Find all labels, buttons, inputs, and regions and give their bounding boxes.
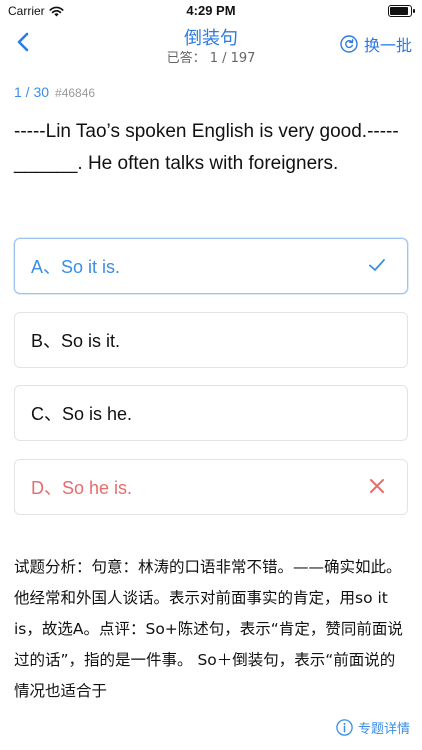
option-a[interactable]: A、So it is. [14, 238, 408, 294]
navigation-bar: 倒装句 已答： 1 / 197 换一批 [0, 22, 422, 68]
answer-analysis: 试题分析：句意：林涛的口语非常不错。——确实如此。他经常和外国人谈话。表示对前面… [14, 558, 403, 700]
option-b[interactable]: B、So is it. [14, 312, 408, 368]
refresh-icon [340, 35, 358, 53]
option-c[interactable]: C、So is he. [14, 385, 408, 441]
checkmark-icon [369, 259, 385, 271]
question-progress: 1 / 30 [14, 84, 50, 100]
swap-batch-label: 换一批 [363, 36, 412, 55]
option-label: D、So he is. [31, 478, 133, 498]
question-meta: 1 / 30 #46846 [14, 84, 95, 100]
cross-icon [370, 479, 384, 493]
topic-detail-label: 专题详情 [357, 722, 410, 737]
status-bar: Carrier 4:29 PM [0, 0, 422, 22]
option-label: B、So is it. [31, 331, 121, 351]
info-icon [336, 719, 353, 736]
battery-icon [388, 5, 415, 17]
question-id: #46846 [55, 86, 96, 100]
question-text: -----Lin Tao’s spoken English is very go… [14, 121, 399, 174]
option-label: A、So it is. [31, 257, 121, 277]
swap-batch-button[interactable]: 换一批 [340, 32, 412, 56]
status-time: 4:29 PM [186, 3, 236, 18]
topic-detail-button[interactable]: 专题详情 [336, 718, 410, 737]
option-label: C、So is he. [31, 404, 133, 424]
option-d[interactable]: D、So he is. [14, 459, 408, 515]
